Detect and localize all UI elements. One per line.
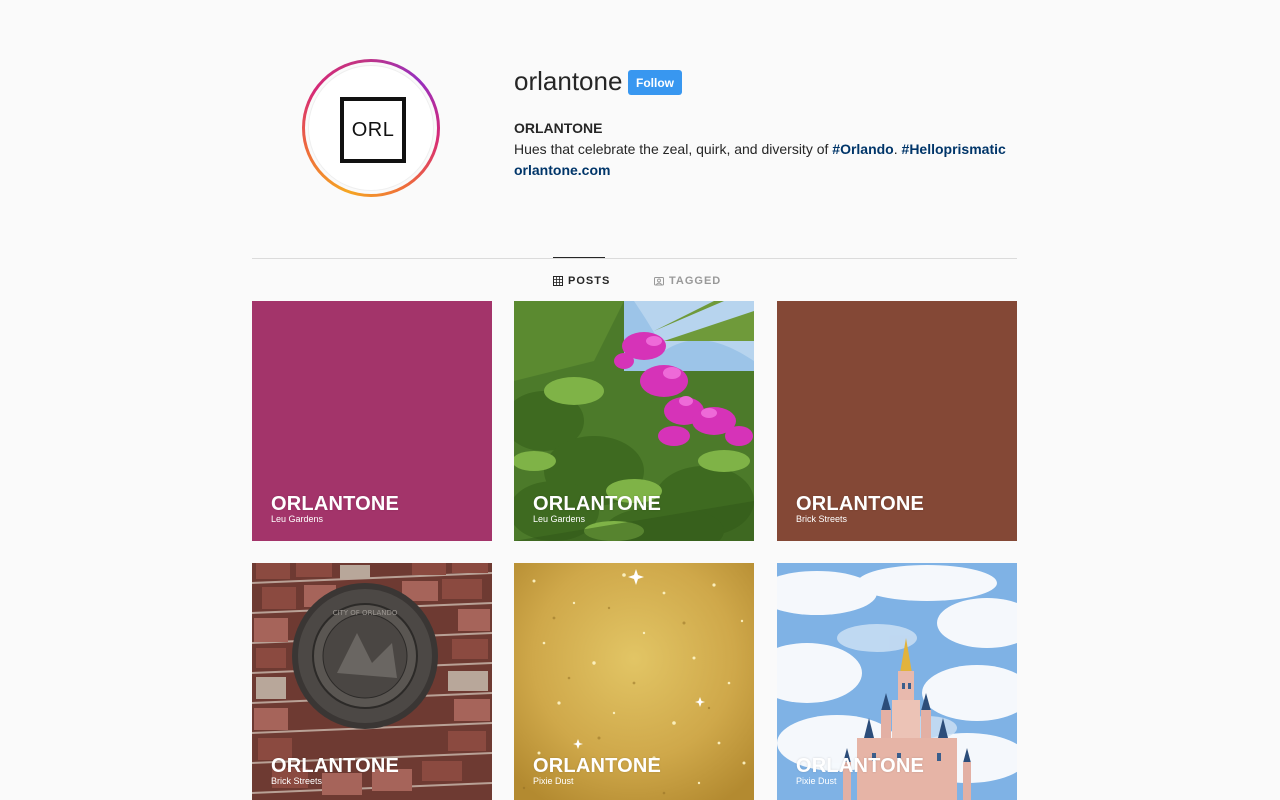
- post-tile[interactable]: CITY OF ORLANDO ORLANTONE Brick Streets: [252, 563, 492, 800]
- bio-separator: .: [893, 141, 902, 157]
- post-subtitle: Leu Gardens: [533, 514, 586, 524]
- post-subtitle: Pixie Dust: [796, 776, 837, 786]
- post-tile[interactable]: ORLANTONE Pixie Dust: [514, 563, 754, 800]
- avatar-border: ORL: [305, 62, 437, 194]
- profile-website-link[interactable]: orlantone.com: [514, 162, 610, 178]
- tabs-divider: [252, 258, 1017, 259]
- post-title: ORLANTONE: [271, 755, 400, 777]
- post-tile[interactable]: ORLANTONE Leu Gardens: [514, 301, 754, 541]
- post-title: ORLANTONE: [271, 493, 400, 515]
- avatar-image: ORL: [308, 65, 434, 191]
- hashtag-link-helloprismatic[interactable]: #Helloprismatic: [902, 141, 1006, 157]
- posts-grid: ORLANTONE Leu Gardens ORLANTONE Leu Gard…: [252, 301, 1018, 800]
- hashtag-link-orlando[interactable]: #Orlando: [832, 141, 893, 157]
- active-tab-indicator: [553, 257, 605, 258]
- post-tile[interactable]: ORLANTONE Leu Gardens: [252, 301, 492, 541]
- profile-bio: Hues that celebrate the zeal, quirk, and…: [514, 141, 1006, 157]
- orl-logo: ORL: [340, 97, 406, 163]
- grid-icon: [553, 276, 563, 286]
- avatar-logo-text: ORL: [351, 118, 395, 141]
- post-title: ORLANTONE: [796, 493, 925, 515]
- profile-full-name: ORLANTONE: [514, 120, 603, 136]
- post-title: ORLANTONE: [796, 755, 925, 777]
- post-subtitle: Pixie Dust: [533, 776, 574, 786]
- post-tile[interactable]: ORLANTONE Pixie Dust: [777, 563, 1017, 800]
- profile-username: orlantone: [514, 66, 623, 96]
- tag-icon: [654, 277, 664, 286]
- avatar[interactable]: ORL: [302, 59, 440, 197]
- profile-header: ORL orlantone Follow ORLANTONE Hues that…: [0, 0, 1280, 230]
- tab-posts-label: POSTS: [568, 275, 611, 287]
- tab-tagged[interactable]: TAGGED: [654, 274, 721, 288]
- tab-posts[interactable]: POSTS: [553, 274, 610, 288]
- post-title: ORLANTONE: [533, 755, 662, 777]
- post-subtitle: Brick Streets: [271, 776, 323, 786]
- post-tile[interactable]: ORLANTONE Brick Streets: [777, 301, 1017, 541]
- post-title: ORLANTONE: [533, 493, 662, 515]
- post-subtitle: Brick Streets: [796, 514, 848, 524]
- post-subtitle: Leu Gardens: [271, 514, 324, 524]
- tab-tagged-label: TAGGED: [669, 275, 722, 287]
- follow-button[interactable]: Follow: [628, 70, 682, 95]
- svg-text:CITY OF ORLANDO: CITY OF ORLANDO: [333, 609, 398, 617]
- bio-text: Hues that celebrate the zeal, quirk, and…: [514, 141, 833, 157]
